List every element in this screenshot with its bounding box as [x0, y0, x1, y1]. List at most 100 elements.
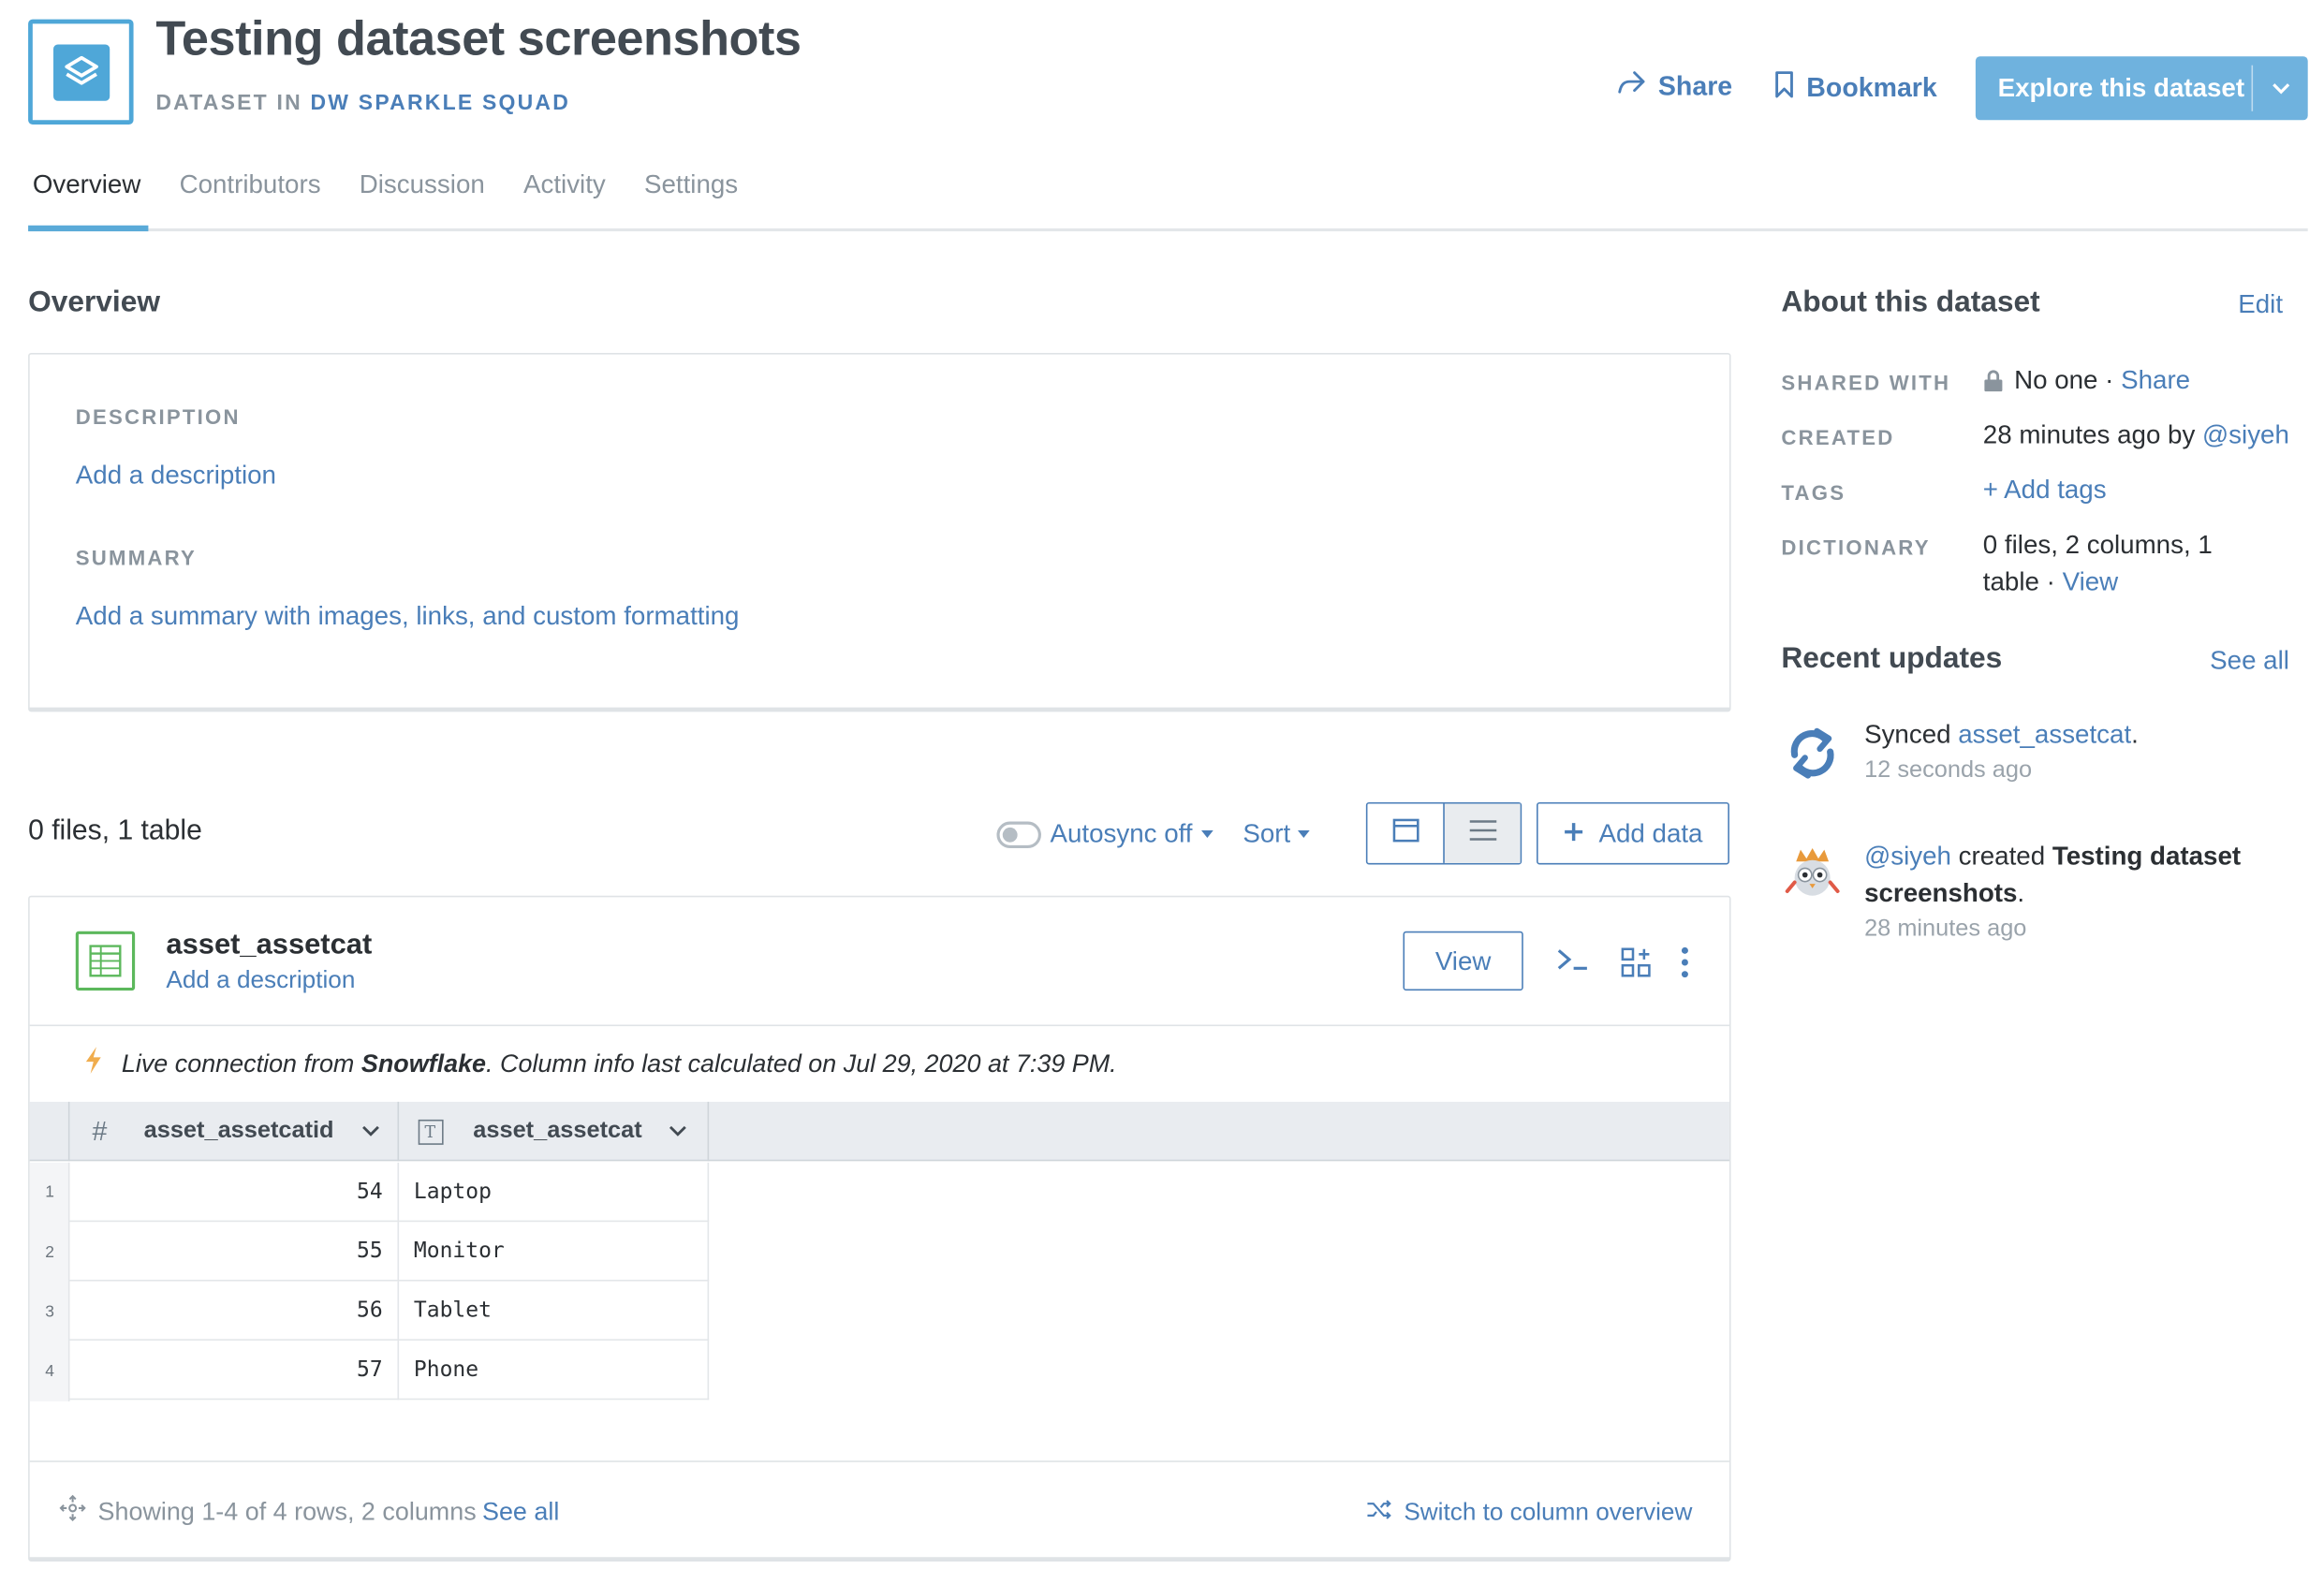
- about-heading: About this dataset: [1781, 286, 2040, 319]
- update-suffix: .: [2017, 877, 2025, 908]
- table-footer: Showing 1-4 of 4 rows, 2 columns See all…: [29, 1460, 1729, 1559]
- bookmark-button[interactable]: Bookmark: [1773, 69, 1937, 107]
- bookmark-label: Bookmark: [1806, 72, 1937, 103]
- chevron-down-icon[interactable]: [648, 1125, 707, 1137]
- active-tab-indicator: [28, 225, 149, 232]
- dataset-logo: [28, 19, 134, 125]
- tab-settings[interactable]: Settings: [640, 169, 743, 228]
- row-number-header: [30, 1101, 70, 1162]
- dataset-subtitle: DATASET IN DW SPARKLE SQUAD: [155, 92, 570, 115]
- bookmark-icon: [1773, 69, 1794, 107]
- shared-with-text: No one: [2014, 364, 2098, 395]
- add-data-label: Add data: [1598, 817, 1703, 848]
- created-value: 28 minutes ago by @siyeh: [1983, 417, 2289, 454]
- list-view-button[interactable]: [1443, 803, 1521, 863]
- live-connection-text: Live connection from Snowflake. Column i…: [122, 1049, 1117, 1079]
- files-count: 0 files, 1 table: [28, 815, 202, 847]
- description-label: DESCRIPTION: [75, 404, 241, 429]
- table-cell: Tablet: [399, 1281, 710, 1341]
- row-number: 4: [45, 1362, 54, 1381]
- table-cell: Phone: [399, 1340, 710, 1401]
- table-card: asset_assetcat Add a description View Li…: [28, 895, 1731, 1562]
- text-type-icon: T: [399, 1119, 462, 1145]
- update-prefix: Synced: [1864, 719, 1959, 749]
- chevron-down-icon[interactable]: [344, 1125, 397, 1137]
- tab-contributors[interactable]: Contributors: [175, 169, 326, 228]
- chevron-down-icon[interactable]: [2253, 81, 2308, 95]
- creator-link[interactable]: @siyeh: [2202, 419, 2289, 449]
- update-time: 28 minutes ago: [1864, 916, 2027, 942]
- caret-down-icon: [1201, 830, 1213, 838]
- sort-label: Sort: [1243, 818, 1291, 849]
- user-link[interactable]: @siyeh: [1864, 841, 1951, 871]
- add-insight-icon[interactable]: [1620, 946, 1653, 979]
- table-name[interactable]: asset_assetcat: [166, 929, 372, 962]
- share-label: Share: [1657, 71, 1733, 101]
- lock-icon: [1983, 369, 2004, 392]
- see-all-rows-link[interactable]: See all: [482, 1497, 559, 1527]
- update-time: 12 seconds ago: [1864, 757, 2033, 784]
- tab-discussion[interactable]: Discussion: [355, 169, 490, 228]
- autosync-toggle[interactable]: Autosync off: [996, 818, 1213, 849]
- toggle-icon: [996, 820, 1041, 848]
- share-button[interactable]: Share: [1617, 69, 1733, 103]
- more-options-icon[interactable]: [1679, 946, 1691, 979]
- page-title: Testing dataset screenshots: [155, 10, 802, 66]
- edit-about-link[interactable]: Edit: [2238, 289, 2283, 320]
- org-link[interactable]: DW SPARKLE SQUAD: [311, 92, 571, 115]
- switch-column-overview-link[interactable]: Switch to column overview: [1365, 1499, 1692, 1527]
- row-number: 1: [45, 1183, 54, 1202]
- add-data-button[interactable]: Add data: [1537, 801, 1729, 865]
- shuffle-icon: [1365, 1499, 1392, 1527]
- add-tags-link[interactable]: + Add tags: [1983, 472, 2107, 509]
- autosync-label: Autosync off: [1050, 818, 1193, 849]
- sort-dropdown[interactable]: Sort: [1243, 818, 1310, 849]
- text-type-glyph: T: [417, 1119, 443, 1145]
- tab-divider: [28, 227, 2308, 232]
- summary-label: SUMMARY: [75, 545, 198, 570]
- dictionary-label: DICTIONARY: [1781, 535, 1931, 560]
- row-number: 2: [45, 1243, 54, 1262]
- column-header-asset-assetcatid[interactable]: # asset_assetcatid: [69, 1101, 400, 1162]
- page: Testing dataset screenshots DATASET IN D…: [0, 0, 2324, 1584]
- table-cell: 55: [69, 1222, 400, 1282]
- share-link[interactable]: Share: [2121, 361, 2190, 399]
- table-icon: [75, 931, 136, 991]
- number-type-icon: #: [92, 1115, 108, 1146]
- created-text: 28 minutes ago by: [1982, 419, 2203, 449]
- column-name: asset_assetcatid: [143, 1118, 334, 1144]
- view-mode-toggle: [1365, 801, 1522, 865]
- column-name: asset_assetcat: [473, 1118, 642, 1144]
- tab-bar: Overview Contributors Discussion Activit…: [28, 169, 772, 228]
- card-view-icon: [1390, 816, 1420, 850]
- card-view-button[interactable]: [1367, 804, 1443, 863]
- dictionary-value: 0 files, 2 columns, 1 table · View: [1983, 526, 2243, 600]
- add-description-link[interactable]: Add a description: [76, 460, 276, 491]
- see-all-updates-link[interactable]: See all: [2210, 645, 2289, 676]
- live-prefix: Live connection from: [121, 1049, 361, 1078]
- synced-table-link[interactable]: asset_assetcat: [1958, 719, 2131, 749]
- layers-icon: [52, 43, 110, 100]
- table-cell: Monitor: [399, 1222, 710, 1282]
- tab-activity[interactable]: Activity: [519, 169, 610, 228]
- dictionary-view-link[interactable]: View: [2063, 566, 2119, 596]
- shared-with-value: No one · Share: [1983, 361, 2190, 399]
- table-cell: 56: [69, 1281, 400, 1341]
- avatar[interactable]: [1781, 841, 1844, 910]
- view-table-button[interactable]: View: [1403, 931, 1523, 991]
- add-table-description-link[interactable]: Add a description: [166, 967, 355, 995]
- update-suffix: .: [2131, 719, 2139, 749]
- column-header-asset-assetcat[interactable]: T asset_assetcat: [399, 1101, 710, 1162]
- tab-overview[interactable]: Overview: [28, 169, 145, 228]
- separator-dot: ·: [2097, 364, 2122, 395]
- switch-label: Switch to column overview: [1404, 1499, 1693, 1526]
- explore-dataset-button[interactable]: Explore this dataset: [1975, 56, 2308, 121]
- plus-icon: [1563, 818, 1583, 849]
- row-number: 3: [45, 1303, 54, 1322]
- live-connection-bar: Live connection from Snowflake. Column i…: [29, 1024, 1729, 1102]
- query-terminal-icon[interactable]: [1554, 945, 1590, 975]
- explore-label: Explore this dataset: [1997, 72, 2245, 103]
- add-summary-link[interactable]: Add a summary with images, links, and cu…: [76, 601, 740, 632]
- tags-label: TAGS: [1781, 480, 1846, 505]
- table-cell: 54: [69, 1162, 400, 1223]
